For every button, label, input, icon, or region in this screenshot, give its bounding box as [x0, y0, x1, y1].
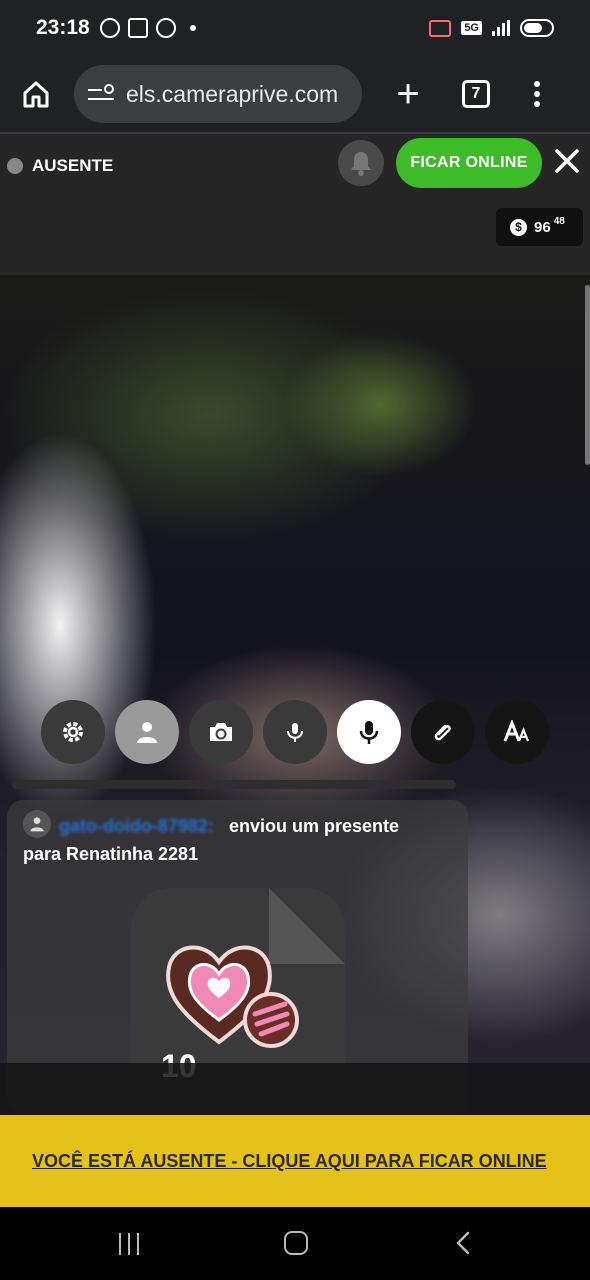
user-button[interactable] [115, 700, 179, 764]
chat-input-strip [0, 1063, 590, 1115]
tabs-counter-button[interactable]: 7 [462, 80, 490, 108]
coin-icon: $ [510, 218, 527, 236]
new-tab-button[interactable]: + [388, 74, 428, 114]
avatar [23, 810, 51, 838]
more-vert-icon[interactable] [534, 81, 540, 107]
bell-icon [351, 152, 371, 176]
status-label: AUSENTE [32, 156, 114, 175]
whatsapp-icon [99, 18, 120, 38]
credits-balance[interactable]: $ 96 48 [496, 208, 583, 246]
chocolate-heart-gift-icon [166, 945, 299, 1048]
notification-dot-icon [189, 25, 196, 31]
chat-username[interactable]: gato-doido-87982: [59, 816, 214, 837]
stream-controls [41, 700, 549, 764]
signal-icon [492, 20, 510, 36]
microphone-button[interactable] [337, 700, 401, 764]
scrollbar-thumb[interactable] [585, 285, 590, 465]
android-navigation-bar [0, 1207, 590, 1280]
user-icon [137, 722, 157, 743]
screenshot-icon [127, 18, 148, 38]
browser-home-button[interactable] [16, 74, 56, 114]
voice-effect-icon [287, 723, 303, 742]
go-online-button[interactable]: FICAR ONLINE [396, 138, 542, 188]
site-header: AUSENTE FICAR ONLINE $ 96 48 [0, 132, 590, 275]
go-online-link[interactable]: VOCÊ ESTÁ AUSENTE - CLIQUE AQUI PARA FIC… [32, 1151, 547, 1172]
notifications-button[interactable] [338, 140, 384, 186]
voice-effect-button[interactable] [263, 700, 327, 764]
credits-main-value: 96 [534, 218, 551, 236]
back-icon[interactable] [452, 1231, 476, 1255]
browser-toolbar: els.cameraprive.com + 7 [0, 56, 590, 132]
whatsapp-icon [155, 18, 176, 38]
microphone-icon [359, 721, 379, 744]
controls-divider [12, 780, 456, 789]
home-icon [23, 81, 49, 108]
url-text[interactable]: els.cameraprive.com [126, 81, 338, 108]
clock-time: 23:18 [36, 16, 90, 39]
switch-camera-button[interactable] [189, 700, 253, 764]
system-status-bar: 23:18 5G [0, 0, 590, 56]
home-circle-icon[interactable] [284, 1231, 308, 1255]
close-icon[interactable] [554, 148, 580, 174]
address-bar[interactable]: els.cameraprive.com [74, 65, 362, 123]
attachment-button[interactable] [411, 700, 475, 764]
settings-gear-icon [63, 722, 83, 742]
user-avatar-icon [30, 817, 44, 832]
chat-message-line2: para Renatinha 2281 [23, 844, 199, 864]
network-type-label: 5G [461, 21, 482, 35]
font-size-button[interactable] [485, 700, 549, 764]
camera-switch-icon [210, 723, 232, 741]
away-status-dot [7, 158, 23, 174]
recent-apps-icon[interactable] [119, 1233, 139, 1255]
cast-icon [429, 19, 452, 37]
away-banner[interactable]: VOCÊ ESTÁ AUSENTE - CLIQUE AQUI PARA FIC… [0, 1115, 590, 1207]
font-size-icon [503, 720, 530, 742]
settings-button[interactable] [41, 700, 105, 764]
battery-icon [520, 19, 554, 37]
credits-cents-value: 48 [553, 215, 565, 227]
chat-message-line1: enviou um presente [229, 816, 400, 836]
site-settings-icon[interactable] [88, 83, 114, 105]
attachment-clip-icon [434, 724, 451, 741]
